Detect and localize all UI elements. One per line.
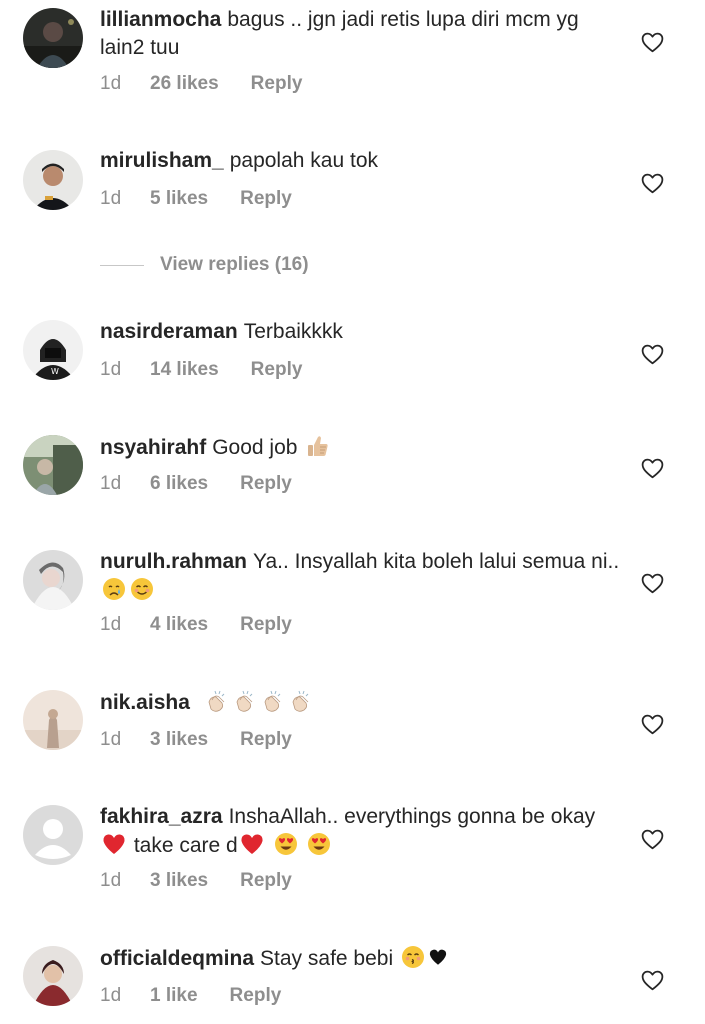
- comment-likes[interactable]: 3 likes: [150, 728, 208, 752]
- comment-text: officialdeqmina Stay safe bebi: [100, 944, 620, 973]
- comment-likes[interactable]: 14 likes: [150, 358, 219, 382]
- comment-meta: 1d 3 likes Reply: [100, 728, 292, 752]
- clapping-hands-icon: [203, 688, 229, 714]
- comment-time: 1d: [100, 188, 122, 209]
- reply-button[interactable]: Reply: [230, 984, 282, 1008]
- kissing-face-icon: [400, 944, 426, 970]
- comments-feed: lillianmocha bagus .. jgn jadi retis lupa…: [0, 0, 705, 1024]
- view-replies-button[interactable]: View replies (16): [100, 252, 309, 278]
- clapping-hands-icon: [259, 688, 285, 714]
- comment-likes[interactable]: 6 likes: [150, 472, 208, 496]
- comment-meta: 1d 4 likes Reply: [100, 613, 292, 637]
- comment-time: 1d: [100, 73, 122, 94]
- avatar[interactable]: W: [23, 320, 83, 380]
- comment-meta: 1d 6 likes Reply: [100, 472, 292, 496]
- comment-meta: 1d 5 likes Reply: [100, 187, 292, 211]
- comment-body: Terbaikkkk: [243, 320, 343, 343]
- heart-icon[interactable]: [640, 30, 665, 55]
- comment-username[interactable]: nsyahirahf: [100, 436, 206, 459]
- avatar[interactable]: [23, 150, 83, 210]
- smiling-face-icon: [129, 576, 155, 602]
- comment-likes[interactable]: 1 like: [150, 984, 198, 1008]
- avatar[interactable]: [23, 550, 83, 610]
- reply-button[interactable]: Reply: [251, 72, 303, 96]
- comment-time: 1d: [100, 729, 122, 750]
- reply-button[interactable]: Reply: [240, 613, 292, 637]
- comment-body: InshaAllah.. everythings gonna be okay: [228, 805, 596, 828]
- heart-icon[interactable]: [640, 712, 665, 737]
- comment-body: Good job: [212, 436, 298, 459]
- comment-username[interactable]: lillianmocha: [100, 8, 221, 31]
- avatar[interactable]: [23, 435, 83, 495]
- reply-button[interactable]: Reply: [240, 472, 292, 496]
- comment-text: nurulh.rahman Ya.. Insyallah kita boleh l…: [100, 548, 620, 605]
- thumbs-up-icon: [304, 433, 330, 459]
- comment-text: fakhira_azra InshaAllah.. everythings gon…: [100, 803, 620, 860]
- comment-text: nasirderaman Terbaikkkk: [100, 318, 620, 346]
- comment-time: 1d: [100, 985, 122, 1006]
- comment-likes[interactable]: 5 likes: [150, 187, 208, 211]
- comment-time: 1d: [100, 473, 122, 494]
- comment-meta: 1d 1 like Reply: [100, 984, 281, 1008]
- comment-text: mirulisham_ papolah kau tok: [100, 147, 620, 175]
- avatar[interactable]: [23, 690, 83, 750]
- comment-body: Ya.. Insyallah kita boleh lalui semua ni…: [253, 550, 620, 573]
- comment-time: 1d: [100, 359, 122, 380]
- svg-text:W: W: [51, 367, 59, 376]
- comment-meta: 1d 14 likes Reply: [100, 358, 302, 382]
- reply-button[interactable]: Reply: [251, 358, 303, 382]
- comment-likes[interactable]: 3 likes: [150, 869, 208, 893]
- comment-username[interactable]: mirulisham_: [100, 149, 224, 172]
- comment-username[interactable]: fakhira_azra: [100, 805, 223, 828]
- comment-body: papolah kau tok: [229, 149, 379, 172]
- heart-icon[interactable]: [640, 342, 665, 367]
- comment-time: 1d: [100, 614, 122, 635]
- comment-meta: 1d 3 likes Reply: [100, 869, 292, 893]
- heart-eyes-icon: [306, 831, 332, 857]
- view-replies-label[interactable]: View replies (16): [160, 254, 309, 276]
- avatar[interactable]: [23, 805, 83, 865]
- view-replies-divider: [100, 264, 144, 266]
- red-heart-icon: [239, 831, 265, 857]
- comment-username[interactable]: nik.aisha: [100, 691, 190, 714]
- comment-text: nsyahirahf Good job: [100, 433, 620, 462]
- heart-icon[interactable]: [640, 571, 665, 596]
- heart-eyes-icon: [273, 831, 299, 857]
- heart-icon[interactable]: [640, 456, 665, 481]
- comment-text: nik.aisha: [100, 688, 620, 717]
- comment-username[interactable]: officialdeqmina: [100, 947, 254, 970]
- red-heart-icon: [101, 831, 127, 857]
- comment-body: Stay safe bebi: [260, 947, 394, 970]
- clapping-hands-icon: [231, 688, 257, 714]
- comment-meta: 1d 26 likes Reply: [100, 72, 302, 96]
- heart-icon[interactable]: [640, 171, 665, 196]
- comment-likes[interactable]: 4 likes: [150, 613, 208, 637]
- avatar[interactable]: [23, 8, 83, 68]
- reply-button[interactable]: Reply: [240, 728, 292, 752]
- comment-time: 1d: [100, 870, 122, 891]
- comment-likes[interactable]: 26 likes: [150, 72, 219, 96]
- heart-icon[interactable]: [640, 827, 665, 852]
- reply-button[interactable]: Reply: [240, 869, 292, 893]
- clapping-hands-icon: [287, 688, 313, 714]
- comment-body-continued: take care d: [133, 834, 238, 857]
- black-heart-icon: [428, 947, 448, 967]
- comment-username[interactable]: nasirderaman: [100, 320, 238, 343]
- avatar[interactable]: [23, 946, 83, 1006]
- reply-button[interactable]: Reply: [240, 187, 292, 211]
- heart-icon[interactable]: [640, 968, 665, 993]
- crying-face-icon: [101, 576, 127, 602]
- comment-username[interactable]: nurulh.rahman: [100, 550, 247, 573]
- comment-text: lillianmocha bagus .. jgn jadi retis lupa…: [100, 6, 620, 62]
